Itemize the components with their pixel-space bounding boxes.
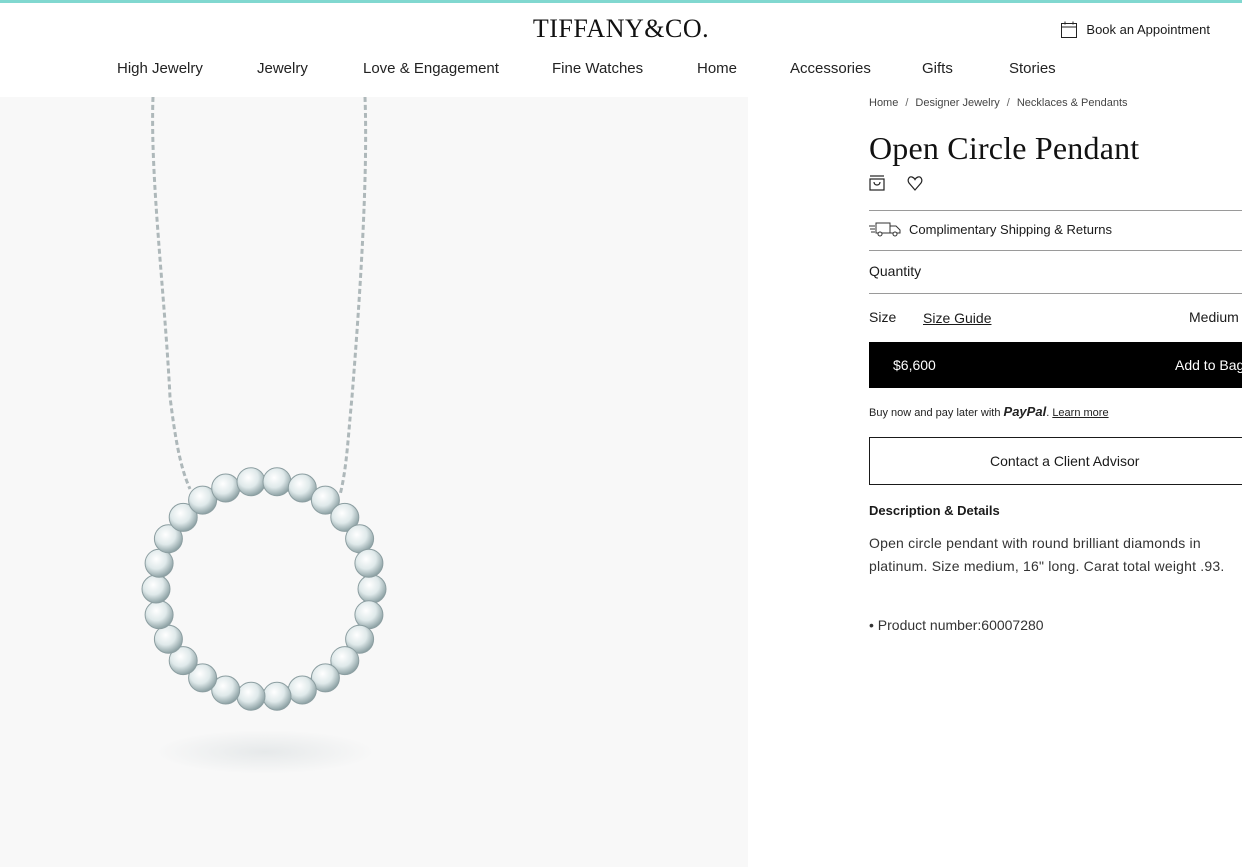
diamond-stone (144, 548, 174, 578)
diamond-stone (287, 675, 317, 705)
tiffany-logo[interactable]: TIFFANY&CO. (0, 14, 1242, 44)
divider (869, 293, 1242, 294)
learn-more-link[interactable]: Learn more (1052, 407, 1108, 419)
paypal-prefix: Buy now and pay later with (869, 407, 1001, 419)
pendant-illustration (141, 97, 387, 774)
delivery-truck-icon (869, 222, 901, 237)
paypal-logo: PayPal (1003, 404, 1047, 419)
heart-icon[interactable] (907, 175, 923, 196)
brand-color-bar (0, 0, 1242, 3)
shipping-info[interactable]: Complimentary Shipping & Returns (869, 221, 1112, 237)
add-to-bag-label: Add to Bag (1175, 357, 1242, 373)
nav-item-stories[interactable]: Stories (1009, 60, 1056, 77)
appointment-label: Book an Appointment (1086, 22, 1210, 37)
diamond-stone (357, 574, 387, 604)
nav-item-high-jewelry[interactable]: High Jewelry (117, 60, 203, 77)
product-details-panel: Home / Designer Jewelry / Necklaces & Pendan… (869, 97, 1242, 867)
diamond-stone (141, 574, 171, 604)
product-image[interactable] (0, 97, 748, 867)
diamond-stone (262, 681, 292, 711)
paypal-message: Buy now and pay later with PayPal. Learn… (869, 404, 1109, 419)
diamond-stone (153, 624, 183, 654)
contact-advisor-label: Contact a Client Advisor (990, 453, 1140, 469)
divider (869, 210, 1242, 211)
product-description: Open circle pendant with round brilliant… (869, 535, 1225, 574)
contact-advisor-button[interactable]: Contact a Client Advisor (869, 437, 1242, 485)
shipping-label: Complimentary Shipping & Returns (909, 221, 1113, 237)
description-heading[interactable]: Description & Details (869, 503, 1000, 518)
calendar-icon (1061, 21, 1078, 38)
product-title: Open Circle Pendant (869, 130, 1140, 166)
book-appointment-link[interactable]: Book an Appointment (1061, 21, 1210, 38)
add-to-bag-button[interactable]: $6,600 Add to Bag (869, 342, 1242, 388)
product-number: • Product number:60007280 (869, 617, 1044, 633)
breadcrumb-necklaces-pendants[interactable]: Necklaces & Pendants (1017, 97, 1128, 109)
nav-item-home[interactable]: Home (697, 60, 737, 77)
nav-item-jewelry[interactable]: Jewelry (257, 60, 308, 77)
divider (869, 250, 1242, 251)
diamond-stone (211, 473, 241, 503)
product-actions (869, 175, 945, 196)
diamond-stone (236, 681, 266, 711)
nav-item-gifts[interactable]: Gifts (922, 60, 953, 77)
diamond-stone (354, 548, 384, 578)
quantity-label[interactable]: Quantity (869, 263, 921, 279)
breadcrumb-separator: / (905, 97, 909, 109)
diamond-stone (236, 467, 266, 497)
nav-item-accessories[interactable]: Accessories (790, 60, 871, 77)
size-label: Size (869, 309, 897, 325)
diamond-stone (144, 600, 174, 630)
breadcrumb-designer-jewelry[interactable]: Designer Jewelry (915, 97, 999, 109)
diamond-stone (354, 600, 384, 630)
diamond-stone (262, 467, 292, 497)
size-select[interactable]: Medium (1189, 309, 1239, 325)
nav-item-love-engagement[interactable]: Love & Engagement (363, 60, 499, 77)
main-navigation: High Jewelry Jewelry Love & Engagement F… (0, 60, 1242, 84)
price: $6,600 (893, 357, 936, 373)
breadcrumb-home[interactable]: Home (869, 97, 898, 109)
size-guide-link[interactable]: Size Guide (923, 310, 991, 326)
nav-item-fine-watches[interactable]: Fine Watches (552, 60, 643, 77)
breadcrumb: Home / Designer Jewelry / Necklaces & Pendan… (869, 97, 1128, 109)
diamond-stone (345, 524, 375, 554)
shopping-bag-icon[interactable] (869, 175, 885, 196)
breadcrumb-separator: / (1006, 97, 1010, 109)
